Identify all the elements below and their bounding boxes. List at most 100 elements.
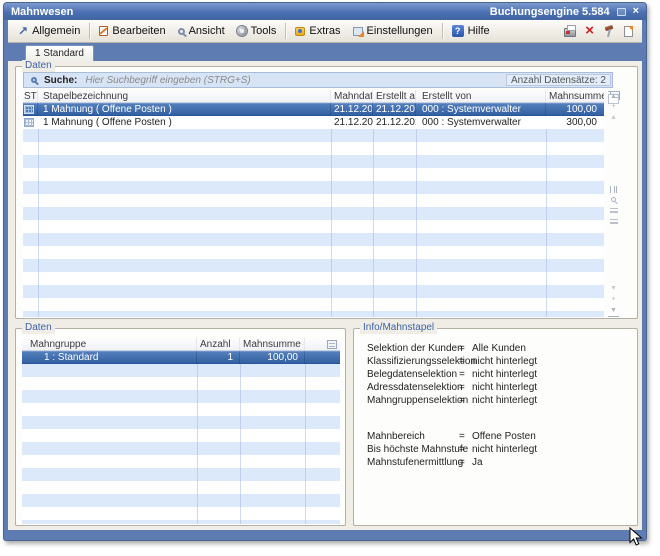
empty-rows-area	[23, 129, 604, 317]
toolbar-label: Tools	[251, 25, 277, 37]
scroll-to-bottom-icon[interactable]: ▼	[608, 306, 619, 317]
toolbar-label: Einstellungen	[367, 25, 433, 37]
info-row: Belegdatenselektion = nicht hinterlegt	[354, 368, 637, 381]
filter-list-icon[interactable]	[610, 217, 618, 224]
cell-erstellt-von: 000 : Systemverwalter	[416, 116, 546, 129]
cell-mahndatum: 21.12.2016	[331, 116, 373, 129]
info-label: Mahnstufenermittlung	[367, 456, 459, 469]
cell-anzahl: 1	[197, 351, 240, 364]
info-value: nicht hinterlegt	[472, 368, 537, 381]
info-row: Mahnstufenermittlung = Ja	[354, 456, 637, 469]
info-value: nicht hinterlegt	[472, 394, 537, 407]
info-value: Offene Posten	[472, 430, 536, 443]
daten-group-mahngruppe: Daten Mahngruppe Anzahl Mahnsumme € 1 : …	[15, 328, 346, 526]
table-side-toolbar: ▲ + ▲ ▼ + ▼	[607, 91, 620, 317]
move-up-icon[interactable]: +	[608, 102, 619, 113]
info-row: Adressdatenselektion = nicht hinterlegt	[354, 381, 637, 394]
tab-label: 1 Standard	[35, 48, 84, 59]
group-label: Info/Mahnstapel	[360, 322, 437, 334]
window-restore-icon[interactable]	[617, 8, 626, 16]
column-header-mahnsumme[interactable]: Mahnsumme €	[546, 90, 604, 102]
tab-bar: 1 Standard	[8, 43, 642, 61]
settings-icon	[353, 27, 363, 36]
equals-sign: =	[459, 456, 472, 469]
info-value: nicht hinterlegt	[472, 355, 537, 368]
mahn-info-rows: Mahnbereich = Offene Posten Bis höchste …	[354, 430, 637, 469]
toolbar-button-allgemein[interactable]: Allgemein	[12, 23, 86, 39]
cell-mahngruppe: 1 : Standard	[22, 351, 197, 364]
window-title: Mahnwesen	[11, 6, 73, 18]
titlebar[interactable]: Mahnwesen Buchungsengine 5.584 ×	[4, 3, 646, 20]
scroll-to-top-icon[interactable]: ▲	[608, 91, 619, 102]
search-bar[interactable]: Suche: Hier Suchbegriff eingeben (STRG+S…	[23, 72, 613, 88]
delete-icon[interactable]	[585, 25, 594, 37]
cell-mahnsumme: 100,00	[546, 103, 604, 116]
toolbar-button-ansicht[interactable]: Ansicht	[172, 23, 231, 39]
mahnstapel-table: ST Stapelbezeichnung Mahndatum Erstellt …	[23, 90, 604, 317]
table-header-row[interactable]: Mahngruppe Anzahl Mahnsumme €	[22, 338, 340, 351]
app-version: Buchungsengine 5.584	[490, 6, 610, 18]
info-value: Ja	[472, 456, 483, 469]
toolbar-button-hilfe[interactable]: Hilfe	[446, 23, 496, 39]
cell-stapelbezeichnung: 1 Mahnung ( Offene Posten )	[38, 116, 331, 129]
equals-sign: =	[459, 355, 472, 368]
step-down-icon[interactable]: ▼	[608, 284, 619, 295]
column-header-st[interactable]: ST	[23, 90, 38, 102]
info-mahnstapel-group: Info/Mahnstapel Selektion der Kunden = A…	[353, 328, 638, 526]
table-row-selected[interactable]: 1 : Standard 1 100,00	[22, 351, 340, 364]
column-header-mahndatum[interactable]: Mahndatum	[331, 90, 373, 102]
search-label: Suche:	[44, 75, 77, 86]
gear-icon	[237, 26, 247, 36]
column-header-mahngruppe[interactable]: Mahngruppe	[22, 338, 197, 350]
window-close-icon[interactable]: ×	[633, 6, 639, 17]
toolbar-button-einstellungen[interactable]: Einstellungen	[347, 23, 439, 39]
step-up-icon[interactable]: ▲	[608, 113, 619, 124]
toolbar-button-bearbeiten[interactable]: Bearbeiten	[93, 23, 171, 39]
info-row: Mahnbereich = Offene Posten	[354, 430, 637, 443]
info-row: Bis höchste Mahnstufe = nicht hinterlegt	[354, 443, 637, 456]
table-row[interactable]: 1 Mahnung ( Offene Posten ) 21.12.2016 2…	[23, 116, 604, 129]
list-view-icon[interactable]	[610, 206, 618, 213]
search-placeholder[interactable]: Hier Suchbegriff eingeben (STRG+S)	[85, 75, 250, 86]
info-label: Mahngruppenselektion	[367, 394, 459, 407]
extras-box-icon	[295, 27, 305, 36]
group-label: Daten	[22, 60, 55, 72]
toolbar-label: Ansicht	[189, 25, 225, 37]
info-row: Selektion der Kunden = Alle Kunden	[354, 342, 637, 355]
content-area: Daten Suche: Hier Suchbegriff eingeben (…	[8, 61, 642, 530]
tab-standard[interactable]: 1 Standard	[25, 45, 94, 61]
new-document-icon[interactable]	[624, 26, 633, 37]
toolbar-separator	[285, 23, 286, 39]
magnifier-icon	[178, 28, 185, 35]
table-search-icon[interactable]	[611, 197, 616, 202]
columns-icon[interactable]	[610, 186, 617, 193]
table-header-row[interactable]: ST Stapelbezeichnung Mahndatum Erstellt …	[23, 90, 604, 103]
toolbar-button-extras[interactable]: Extras	[289, 23, 346, 39]
hammer-icon[interactable]	[603, 25, 615, 37]
edit-icon	[99, 26, 108, 36]
column-header-mahnsumme[interactable]: Mahnsumme €	[240, 338, 305, 350]
column-chooser-icon[interactable]	[327, 340, 337, 349]
app-window: Mahnwesen Buchungsengine 5.584 × Allgeme…	[3, 2, 647, 541]
search-icon	[31, 77, 37, 83]
toolbar-separator	[442, 23, 443, 39]
cell-mahnsumme: 100,00	[240, 351, 305, 364]
cell-mahnsumme: 300,00	[546, 116, 604, 129]
info-value: nicht hinterlegt	[472, 381, 537, 394]
info-row: Mahngruppenselektion = nicht hinterlegt	[354, 394, 637, 407]
info-value: nicht hinterlegt	[472, 443, 537, 456]
print-icon[interactable]	[564, 28, 576, 37]
column-header-anzahl[interactable]: Anzahl	[197, 338, 240, 350]
column-header-erstellt-am[interactable]: Erstellt am	[373, 90, 416, 102]
column-header-stapelbezeichnung[interactable]: Stapelbezeichnung	[38, 90, 331, 102]
column-header-erstellt-von[interactable]: Erstellt von	[416, 90, 546, 102]
info-row: Klassifizierungsselektion = nicht hinter…	[354, 355, 637, 368]
table-row-selected[interactable]: 1 Mahnung ( Offene Posten ) 21.12.2016 2…	[23, 103, 604, 116]
move-down-icon[interactable]: +	[608, 295, 619, 306]
daten-group-main: Daten Suche: Hier Suchbegriff eingeben (…	[15, 66, 638, 319]
toolbar-label: Allgemein	[32, 25, 80, 37]
toolbar-button-tools[interactable]: Tools	[231, 23, 283, 39]
help-icon	[452, 25, 464, 37]
info-value: Alle Kunden	[472, 342, 526, 355]
info-label: Belegdatenselektion	[367, 368, 459, 381]
